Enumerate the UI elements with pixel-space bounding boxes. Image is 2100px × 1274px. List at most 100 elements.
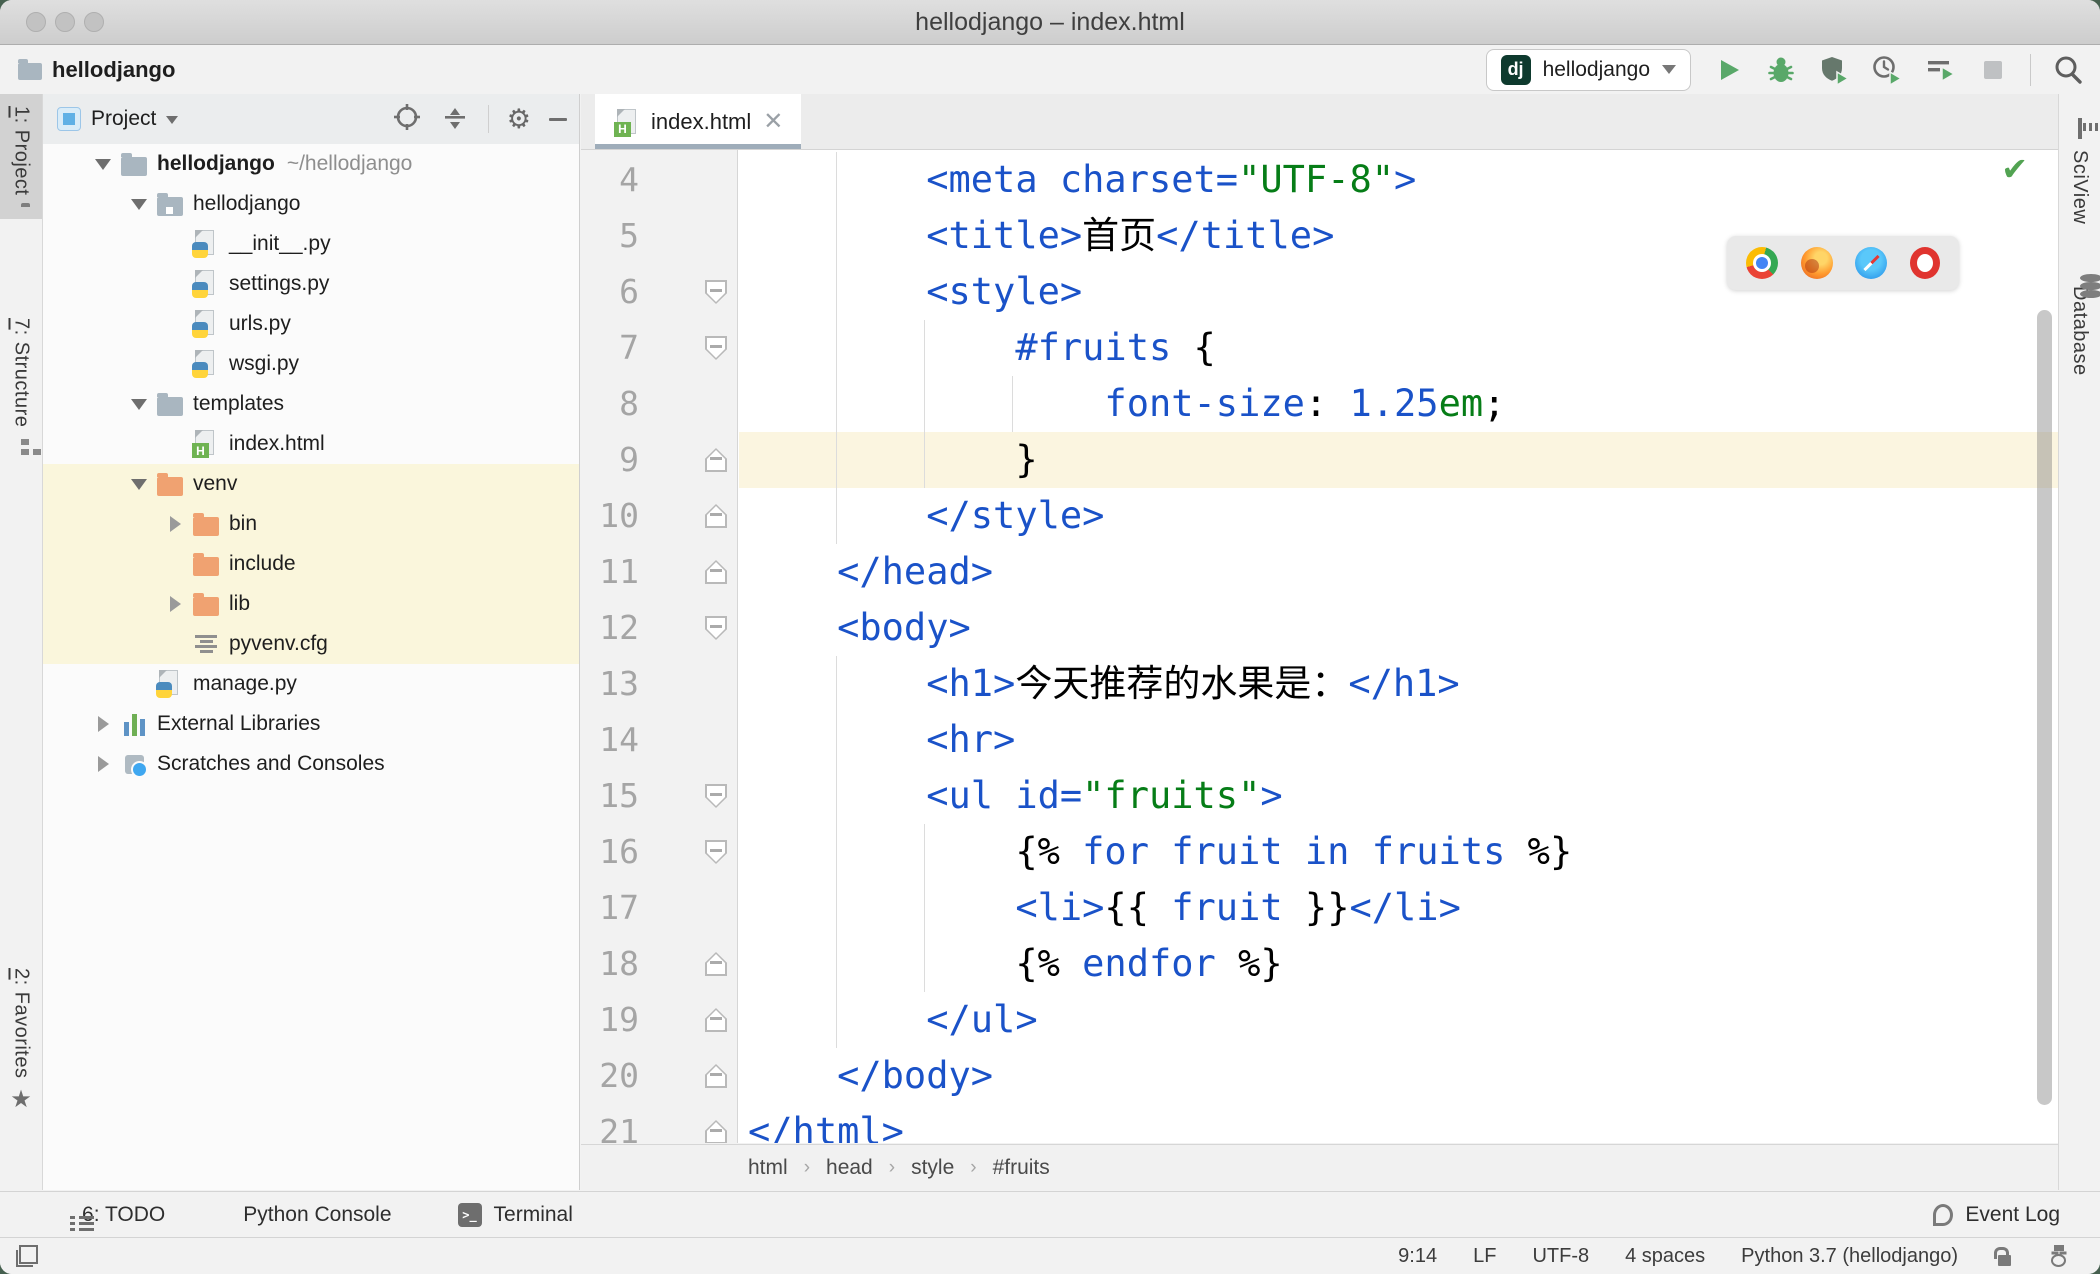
safari-browser-icon[interactable] bbox=[1855, 247, 1888, 279]
firefox-browser-icon[interactable] bbox=[1800, 247, 1833, 279]
fold-end-icon[interactable] bbox=[705, 1120, 727, 1143]
stripe-button-database[interactable]: Database bbox=[2059, 262, 2100, 388]
toolwindow-button-python-console[interactable]: Python Console bbox=[231, 1203, 391, 1227]
editor-scrollbar[interactable] bbox=[2037, 310, 2052, 1105]
tree-item-venv[interactable]: venv bbox=[43, 464, 579, 504]
config-file-icon bbox=[191, 629, 221, 659]
tree-closed-arrow-icon[interactable] bbox=[163, 592, 187, 616]
tree-item-templates[interactable]: templates bbox=[43, 384, 579, 424]
external-libraries-icon bbox=[119, 709, 149, 739]
opera-browser-icon[interactable] bbox=[1909, 247, 1940, 279]
tree-item-pyvenv.cfg[interactable]: pyvenv.cfg bbox=[43, 624, 579, 664]
navigation-breadcrumb[interactable]: hellodjango bbox=[18, 57, 175, 83]
tree-item-include[interactable]: include bbox=[43, 544, 579, 584]
toolwindow-button---todo[interactable]: 6: TODO bbox=[70, 1203, 165, 1227]
tree-item-__init__.py[interactable]: __init__.py bbox=[43, 224, 579, 264]
toolwindow-button-terminal[interactable]: >_ Terminal bbox=[457, 1202, 573, 1227]
tree-closed-arrow-icon[interactable] bbox=[163, 512, 187, 536]
status-item-python-3.7--hellodjango-[interactable]: Python 3.7 (hellodjango) bbox=[1741, 1245, 1958, 1268]
tree-open-arrow-icon[interactable] bbox=[127, 192, 151, 216]
tree-item-hellodjango[interactable]: hellodjango bbox=[43, 184, 579, 224]
tree-item-manage.py[interactable]: manage.py bbox=[43, 664, 579, 704]
tree-item-scratches-and-consoles[interactable]: Scratches and Consoles bbox=[43, 744, 579, 784]
status-item-9-14[interactable]: 9:14 bbox=[1398, 1245, 1437, 1268]
status-item-utf-8[interactable]: UTF-8 bbox=[1532, 1245, 1589, 1268]
profiler-button[interactable] bbox=[1871, 54, 1903, 86]
stop-button[interactable] bbox=[1977, 54, 2009, 86]
tree-item-label: venv bbox=[193, 472, 238, 495]
breadcrumb-item-html[interactable]: html bbox=[748, 1156, 788, 1180]
close-icon[interactable]: ✕ bbox=[763, 109, 783, 134]
stripe-button-project[interactable]: 1: Project bbox=[0, 94, 42, 220]
debug-button[interactable] bbox=[1765, 54, 1797, 86]
tree-open-arrow-icon[interactable] bbox=[127, 392, 151, 416]
tree-item-label: include bbox=[229, 552, 296, 575]
tree-closed-arrow-icon[interactable] bbox=[91, 752, 115, 776]
tree-item-hellodjango[interactable]: hellodjango ~/hellodjango bbox=[43, 144, 579, 184]
line-number: 13 bbox=[599, 664, 639, 703]
tab-index-html[interactable]: H index.html ✕ bbox=[595, 94, 802, 149]
stripe-button-structure[interactable]: 7: Structure bbox=[0, 306, 42, 451]
fold-start-icon[interactable] bbox=[705, 336, 727, 360]
run-configuration-select[interactable]: dj hellodjango bbox=[1485, 48, 1691, 91]
fold-end-icon[interactable] bbox=[705, 448, 727, 472]
search-everywhere-icon[interactable] bbox=[2052, 54, 2084, 86]
event-log-label: Event Log bbox=[1965, 1202, 2060, 1226]
header-divider bbox=[487, 105, 489, 133]
fold-end-icon[interactable] bbox=[705, 504, 727, 528]
chevron-down-icon[interactable] bbox=[166, 116, 179, 124]
tree-open-arrow-icon[interactable] bbox=[127, 472, 151, 496]
toolwindow-toggle-icon[interactable] bbox=[16, 1245, 38, 1267]
breadcrumb-item-style[interactable]: style bbox=[911, 1156, 954, 1180]
inspection-ok-icon[interactable]: ✔ bbox=[2001, 150, 2028, 188]
tree-item-wsgi.py[interactable]: wsgi.py bbox=[43, 344, 579, 384]
status-item-lf[interactable]: LF bbox=[1473, 1245, 1496, 1268]
tree-open-arrow-icon[interactable] bbox=[91, 152, 115, 176]
breadcrumb-item-head[interactable]: head bbox=[826, 1156, 873, 1180]
line-number: 21 bbox=[599, 1112, 639, 1143]
locate-icon[interactable] bbox=[392, 102, 422, 137]
tree-item-bin[interactable]: bin bbox=[43, 504, 579, 544]
tree-item-settings.py[interactable]: settings.py bbox=[43, 264, 579, 304]
tree-item-lib[interactable]: lib bbox=[43, 584, 579, 624]
status-item-4-spaces[interactable]: 4 spaces bbox=[1625, 1245, 1705, 1268]
fold-end-icon[interactable] bbox=[705, 560, 727, 584]
fold-end-icon[interactable] bbox=[705, 952, 727, 976]
project-folder-icon bbox=[18, 58, 42, 80]
folder-icon bbox=[119, 149, 149, 179]
fold-end-icon[interactable] bbox=[705, 1064, 727, 1088]
excluded-folder-icon bbox=[191, 549, 221, 579]
chrome-browser-icon[interactable] bbox=[1746, 247, 1779, 279]
tree-item-index.html[interactable]: Hindex.html bbox=[43, 424, 579, 464]
breadcrumb-item-fruits[interactable]: #fruits bbox=[993, 1156, 1050, 1180]
code-editor[interactable]: 4 5 6 7 8 9 10 11 12 13 14 15 16 17 18 19 20 21 <meta cha… bbox=[581, 150, 2058, 1143]
tree-closed-arrow-icon[interactable] bbox=[91, 712, 115, 736]
hector-inspector-icon[interactable] bbox=[2048, 1245, 2070, 1267]
tree-item-urls.py[interactable]: urls.py bbox=[43, 304, 579, 344]
fold-end-icon[interactable] bbox=[705, 1008, 727, 1032]
run-button[interactable] bbox=[1712, 54, 1744, 86]
minimize-window-button[interactable] bbox=[55, 12, 75, 32]
lock-open-icon[interactable] bbox=[1994, 1246, 2012, 1266]
arrow-spacer bbox=[163, 632, 187, 656]
fold-start-icon[interactable] bbox=[705, 616, 727, 640]
run-with-coverage-button[interactable] bbox=[1818, 54, 1850, 86]
stripe-label: Database bbox=[2069, 286, 2091, 376]
chevron-down-icon bbox=[1662, 65, 1676, 74]
run-configurations-button[interactable] bbox=[1924, 54, 1956, 86]
stripe-button-favorites[interactable]: 2: Favorites ★ bbox=[0, 956, 42, 1124]
line-number: 6 bbox=[619, 272, 639, 311]
stripe-button-sciview[interactable]: SciView bbox=[2059, 108, 2100, 236]
hide-panel-icon[interactable] bbox=[549, 117, 567, 121]
code-line-15: <ul id="fruits"> bbox=[926, 774, 1283, 817]
fold-start-icon[interactable] bbox=[705, 280, 727, 304]
tree-item-external-libraries[interactable]: External Libraries bbox=[43, 704, 579, 744]
collapse-all-icon[interactable] bbox=[440, 102, 470, 137]
close-window-button[interactable] bbox=[26, 12, 46, 32]
fold-start-icon[interactable] bbox=[705, 840, 727, 864]
fold-start-icon[interactable] bbox=[705, 784, 727, 808]
zoom-window-button[interactable] bbox=[84, 12, 104, 32]
event-log-button[interactable]: Event Log bbox=[1933, 1203, 2100, 1227]
gear-icon[interactable]: ⚙ bbox=[507, 105, 531, 133]
arrow-spacer bbox=[127, 672, 151, 696]
